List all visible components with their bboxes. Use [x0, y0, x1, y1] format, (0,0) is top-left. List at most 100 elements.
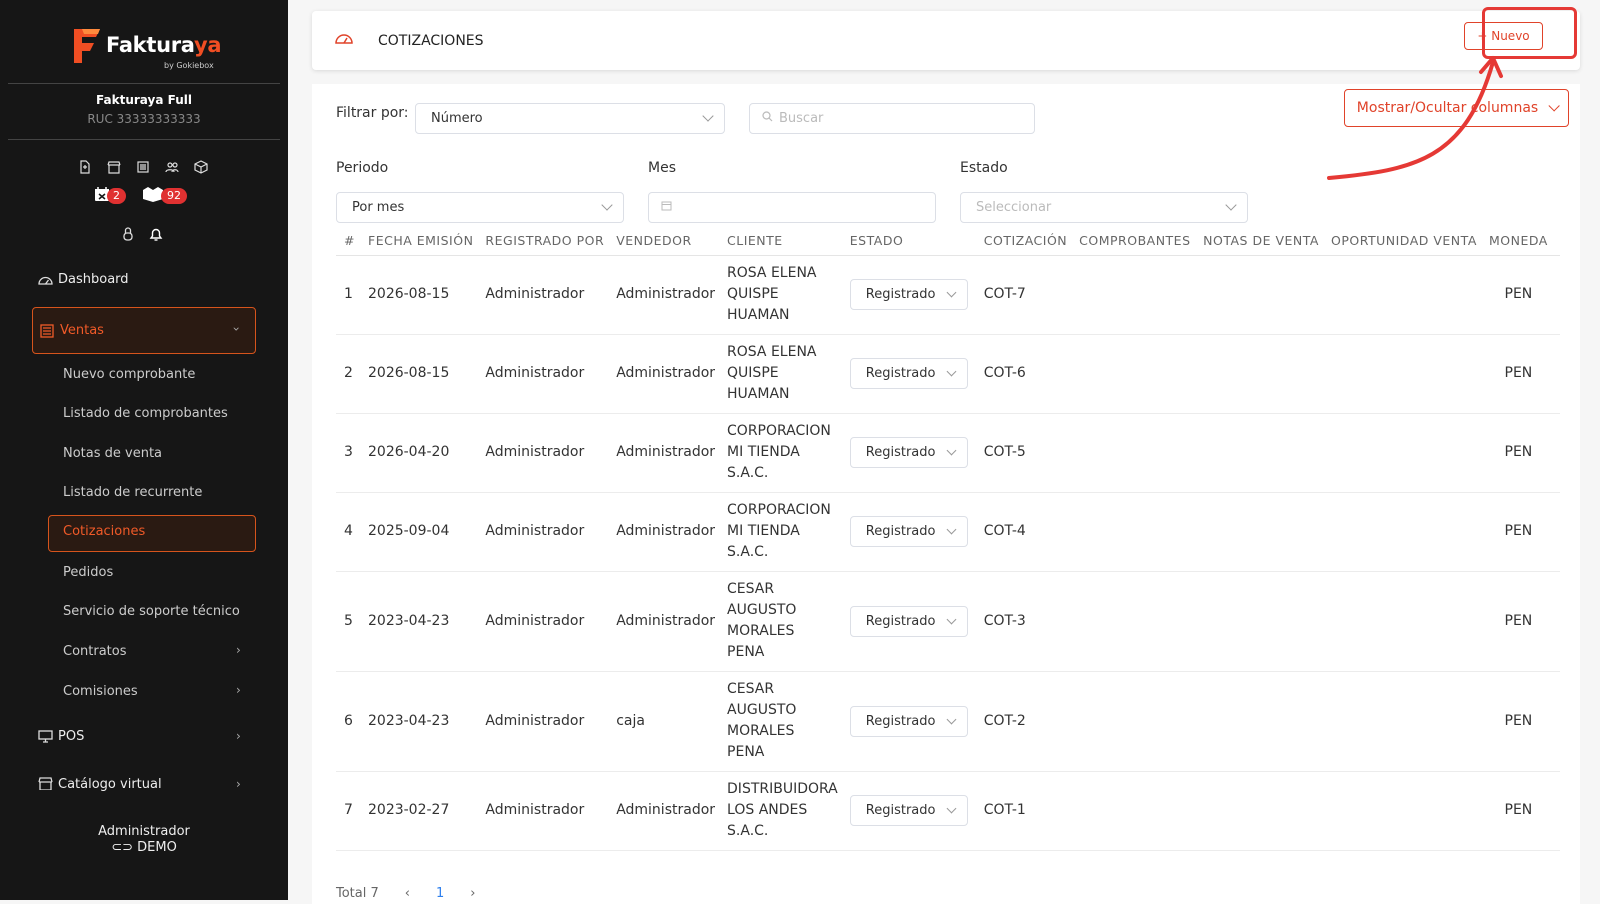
sidebar-item-catalogo[interactable]: Catálogo virtual	[38, 777, 162, 791]
box-badge: 92	[161, 188, 187, 204]
estado-select[interactable]: Seleccionar	[960, 192, 1248, 223]
cliente-line: CESAR	[727, 581, 775, 597]
cell-moneda: PEN	[1488, 413, 1560, 493]
brand-name: Fakturaya	[106, 33, 222, 57]
estado-row-select[interactable]: Registrado	[849, 437, 968, 468]
filter-select[interactable]: Número	[415, 103, 725, 134]
estado-row-select[interactable]: Registrado	[849, 358, 968, 389]
calendar-alert[interactable]: 2	[94, 186, 126, 206]
cell-oportunidad	[1330, 255, 1489, 335]
table-row[interactable]: 7 2023-02-27 Administrador Administrador DIS…	[336, 771, 1560, 851]
bell-icon[interactable]	[148, 226, 164, 246]
box-icon[interactable]	[192, 158, 210, 176]
store-icon[interactable]	[105, 158, 123, 176]
monitor-icon	[38, 730, 54, 743]
estado-row-select[interactable]: Registrado	[849, 605, 968, 637]
estado-row-select[interactable]: Registrado	[849, 516, 968, 547]
sidebar-subitem-nuevo-comprobante[interactable]: Nuevo comprobante	[63, 367, 195, 382]
estado-label: Estado	[960, 160, 1008, 176]
logo-mark-icon	[68, 25, 102, 65]
cell-registrado: Administrador	[485, 671, 617, 772]
sidebar-subitem-listado-recurrente[interactable]: Listado de recurrente	[63, 485, 202, 500]
cell-notas	[1203, 334, 1331, 414]
table-row[interactable]: 1 2026-08-15 Administrador Administrador ROS…	[336, 255, 1560, 335]
cell-comprobantes	[1079, 255, 1204, 335]
table-row[interactable]: 5 2023-04-23 Administrador Administrador CES…	[336, 571, 1560, 672]
sidebar-item-label: POS	[58, 729, 85, 744]
cell-notas	[1203, 671, 1331, 772]
calendar-icon	[661, 200, 672, 215]
sidebar-subitem-notas-venta[interactable]: Notas de venta	[63, 446, 162, 461]
column-header: CLIENTE	[727, 227, 850, 256]
document-icon[interactable]	[76, 158, 94, 176]
sidebar-subitem-contratos[interactable]: Contratos	[63, 644, 127, 659]
table-row[interactable]: 2 2026-08-15 Administrador Administrador ROS…	[336, 334, 1560, 414]
cliente-line: ROSA ELENA	[727, 265, 817, 281]
pager-current-page[interactable]: 1	[436, 886, 444, 901]
cliente-line: MORALES	[727, 623, 795, 639]
chevron-left-icon[interactable]: ‹	[405, 886, 410, 901]
cliente-line: AUGUSTO	[727, 702, 797, 718]
sidebar-item-label: Ventas	[60, 323, 104, 338]
sidebar-subitem-pedidos[interactable]: Pedidos	[63, 565, 113, 580]
cell-oportunidad	[1330, 571, 1489, 672]
cell-cotizacion: COT-5	[983, 413, 1080, 493]
user-mode[interactable]: ⊂⊃ DEMO	[0, 840, 288, 855]
cell-oportunidad	[1330, 771, 1489, 851]
sidebar: Fakturaya by Gokiebox Fakturaya Full RUC…	[0, 0, 288, 900]
sidebar-subitem-comisiones[interactable]: Comisiones	[63, 684, 138, 699]
cell-registrado: Administrador	[485, 255, 617, 335]
cliente-line: PENA	[727, 644, 765, 660]
cell-oportunidad	[1330, 413, 1489, 493]
brand-logo[interactable]: Fakturaya by Gokiebox	[68, 25, 222, 70]
speedometer-icon	[334, 30, 354, 50]
ventas-label: Ventas	[40, 323, 104, 338]
column-header: COMPROBANTES	[1079, 227, 1204, 256]
estado-row-select[interactable]: Registrado	[849, 279, 968, 310]
store-icon	[38, 777, 54, 790]
table-row[interactable]: 6 2023-04-23 Administrador caja CESAR AUGUSTO…	[336, 671, 1560, 772]
lock-icon[interactable]	[122, 226, 134, 246]
column-header: OPORTUNIDAD VENTA	[1330, 227, 1489, 256]
estado-row-value: Registrado	[865, 366, 936, 381]
cliente-line: S.A.C.	[727, 823, 769, 839]
cell-cotizacion: COT-1	[983, 771, 1080, 851]
sidebar-item-pos[interactable]: POS	[38, 729, 84, 744]
list-icon[interactable]	[134, 158, 152, 176]
cell-comprobantes	[1079, 413, 1204, 493]
column-header: MONEDA	[1488, 227, 1560, 256]
cell-cotizacion: COT-6	[983, 334, 1080, 414]
cliente-line: MI TIENDA	[727, 444, 800, 460]
table-row[interactable]: 3 2026-04-20 Administrador Administrador COR…	[336, 413, 1560, 493]
filter-label: Filtrar por:	[336, 105, 409, 121]
chevron-down-icon	[702, 110, 714, 122]
estado-row-value: Registrado	[865, 713, 936, 729]
table-row[interactable]: 4 2025-09-04 Administrador Administrador COR…	[336, 492, 1560, 572]
sidebar-subitem-cotizaciones-label: Cotizaciones	[63, 524, 146, 539]
column-header: FECHA EMISIÓN	[368, 227, 486, 256]
cell-comprobantes	[1079, 334, 1204, 414]
sidebar-item-dashboard[interactable]: Dashboard	[38, 272, 129, 287]
chevron-down-icon	[601, 199, 613, 211]
pager-total: Total 7	[336, 886, 379, 901]
search-input[interactable]: Buscar	[749, 103, 1035, 134]
sidebar-subitem-soporte[interactable]: Servicio de soporte técnico	[63, 604, 240, 619]
chevron-right-icon[interactable]: ›	[470, 886, 475, 901]
cell-cliente: DISTRIBUIDORA LOS ANDES S.A.C.	[727, 771, 850, 851]
cliente-line: CORPORACION	[727, 502, 831, 518]
mes-date-picker[interactable]	[648, 192, 936, 223]
cliente-line: ROSA ELENA	[727, 344, 817, 360]
users-icon[interactable]	[163, 158, 181, 176]
estado-row-select[interactable]: Registrado	[849, 795, 968, 826]
cliente-line: QUISPE	[727, 286, 779, 302]
chevron-down-icon	[946, 287, 957, 298]
table-body: 1 2026-08-15 Administrador Administrador ROS…	[336, 255, 1560, 851]
cell-cliente: CESAR AUGUSTO MORALES PENA	[727, 571, 850, 672]
annotation-arrow	[1327, 56, 1503, 180]
estado-row-select[interactable]: Registrado	[849, 705, 968, 737]
box-alert[interactable]: 92	[142, 186, 187, 206]
sidebar-subitem-listado-comprobantes[interactable]: Listado de comprobantes	[63, 406, 228, 421]
cell-cliente: ROSA ELENA QUISPE HUAMAN	[727, 334, 850, 414]
column-header: VENDEDOR	[616, 227, 728, 256]
periodo-select[interactable]: Por mes	[336, 192, 624, 223]
